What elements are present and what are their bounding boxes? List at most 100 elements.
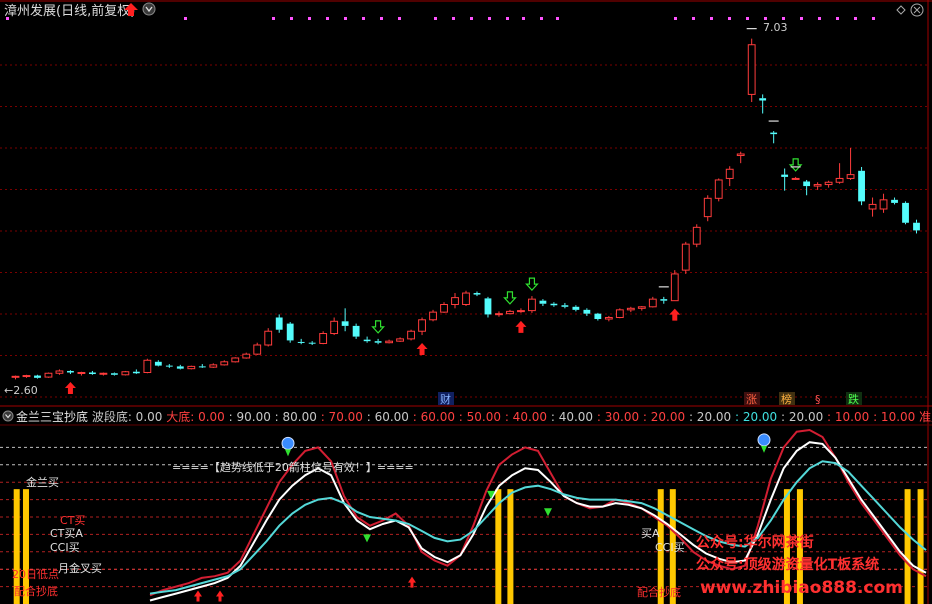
diamond-icon bbox=[896, 5, 906, 15]
candle bbox=[110, 372, 118, 376]
candle bbox=[330, 317, 339, 336]
candle-body bbox=[594, 313, 602, 320]
pink-dot bbox=[398, 17, 401, 20]
green-down-arrow-icon bbox=[544, 508, 552, 517]
candle bbox=[835, 163, 844, 184]
pink-dot bbox=[728, 17, 731, 20]
candle bbox=[858, 166, 865, 206]
candle-body bbox=[110, 373, 118, 375]
candle bbox=[824, 180, 833, 188]
candle bbox=[308, 341, 316, 345]
candle bbox=[561, 302, 569, 309]
candle bbox=[132, 369, 140, 375]
candle bbox=[319, 331, 328, 345]
event-tags[interactable]: 财 涨 榜 § 跌 bbox=[438, 392, 862, 406]
window-controls[interactable] bbox=[896, 3, 924, 17]
pink-dot bbox=[184, 17, 187, 20]
candle bbox=[770, 131, 778, 144]
tag-bang: 榜 bbox=[781, 392, 792, 406]
candle bbox=[418, 317, 426, 336]
candle bbox=[99, 372, 108, 376]
pink-dot bbox=[746, 17, 749, 20]
pink-dot bbox=[800, 17, 803, 20]
candle-body bbox=[55, 370, 64, 374]
candle-body bbox=[396, 338, 404, 342]
pink-dot bbox=[506, 17, 509, 20]
candle-body bbox=[550, 303, 558, 306]
indicator-toggle[interactable] bbox=[2, 410, 14, 422]
candle bbox=[363, 336, 371, 343]
candle-body bbox=[22, 375, 31, 378]
pink-dot bbox=[452, 17, 455, 20]
candle bbox=[67, 370, 74, 375]
candle bbox=[747, 38, 756, 103]
candle-body bbox=[604, 316, 613, 320]
candle bbox=[572, 305, 580, 312]
candle-body bbox=[385, 340, 393, 344]
pink-dot bbox=[556, 17, 559, 20]
indicator-stat: : 10.00 bbox=[873, 410, 919, 424]
label-monthly-golden-cross: 月金叉买 bbox=[58, 561, 102, 575]
price-gridlines bbox=[0, 64, 928, 398]
pink-dot bbox=[362, 17, 365, 20]
candle-body bbox=[341, 321, 349, 326]
candle bbox=[242, 352, 251, 359]
candle-body bbox=[418, 319, 426, 332]
candle-body bbox=[11, 375, 20, 378]
candle bbox=[451, 293, 459, 309]
candle bbox=[143, 358, 152, 374]
candle bbox=[154, 360, 162, 367]
candle-body bbox=[187, 365, 196, 370]
candle bbox=[583, 308, 591, 316]
candle-body bbox=[198, 366, 206, 368]
red-up-arrow-icon bbox=[194, 590, 202, 602]
indicator-stat: : 80.00 bbox=[275, 410, 321, 424]
pink-dot bbox=[308, 17, 311, 20]
candle-body bbox=[891, 199, 898, 203]
candle-body bbox=[77, 371, 86, 374]
back-arrow-icon: ← bbox=[4, 384, 13, 397]
label-cci-buy: CCI买 bbox=[50, 541, 80, 554]
candle-body bbox=[99, 372, 108, 375]
tag-section: § bbox=[815, 393, 821, 406]
candle-body bbox=[868, 203, 877, 210]
candle bbox=[407, 329, 415, 341]
pink-dot bbox=[674, 17, 677, 20]
candle bbox=[891, 197, 898, 205]
indicator-stat: : 40.00 bbox=[551, 410, 597, 424]
green-down-arrow-icon bbox=[761, 445, 767, 453]
candle bbox=[198, 364, 206, 368]
pink-dot bbox=[692, 17, 695, 20]
candle bbox=[670, 270, 679, 302]
candle-body bbox=[44, 372, 53, 378]
candle-body bbox=[462, 292, 470, 306]
candle bbox=[187, 365, 196, 370]
candle bbox=[55, 369, 64, 375]
red-up-arrow-icon bbox=[416, 343, 428, 356]
candle-body bbox=[89, 372, 96, 375]
candle bbox=[660, 296, 668, 304]
candle-body bbox=[670, 273, 679, 302]
candle-body bbox=[759, 98, 767, 101]
candle bbox=[846, 147, 855, 180]
candle bbox=[868, 197, 877, 217]
candle-body bbox=[561, 305, 569, 307]
pink-dot bbox=[344, 17, 347, 20]
watermark-line-3: www.zhibiao888.com bbox=[700, 578, 903, 598]
indicator-stat: : 60.00 bbox=[413, 410, 459, 424]
candle-body bbox=[835, 177, 844, 183]
candle bbox=[781, 168, 789, 191]
candle bbox=[703, 195, 712, 222]
pink-dot-row bbox=[6, 17, 875, 20]
candle-body bbox=[572, 306, 580, 310]
candle bbox=[759, 94, 767, 114]
candle bbox=[429, 309, 437, 322]
label-ct-buy-a: CT买A bbox=[50, 527, 83, 540]
candle-body bbox=[440, 304, 448, 313]
candle-body bbox=[132, 371, 140, 374]
dropdown-toggle[interactable] bbox=[142, 2, 156, 16]
candlestick-series bbox=[11, 38, 920, 380]
candle-body bbox=[583, 309, 591, 314]
candle bbox=[736, 151, 745, 164]
blue-orb-icon bbox=[281, 436, 295, 450]
